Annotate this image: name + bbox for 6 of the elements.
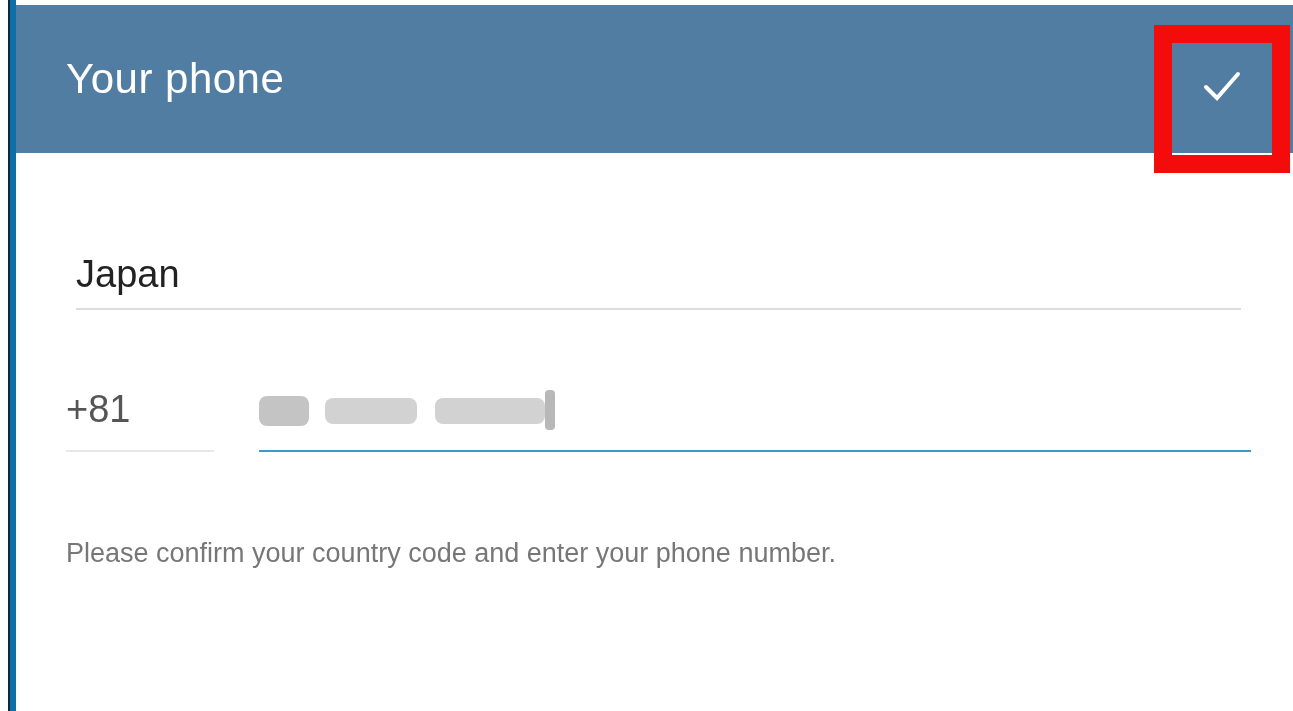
screen-title: Your phone [66,55,285,103]
country-code-field[interactable]: +81 [66,388,214,452]
hint-text: Please confirm your country code and enter your phone number. [66,538,837,569]
phone-number-field[interactable] [259,388,1251,452]
country-field[interactable]: Japan [76,253,1241,310]
checkmark-icon [1203,70,1241,102]
